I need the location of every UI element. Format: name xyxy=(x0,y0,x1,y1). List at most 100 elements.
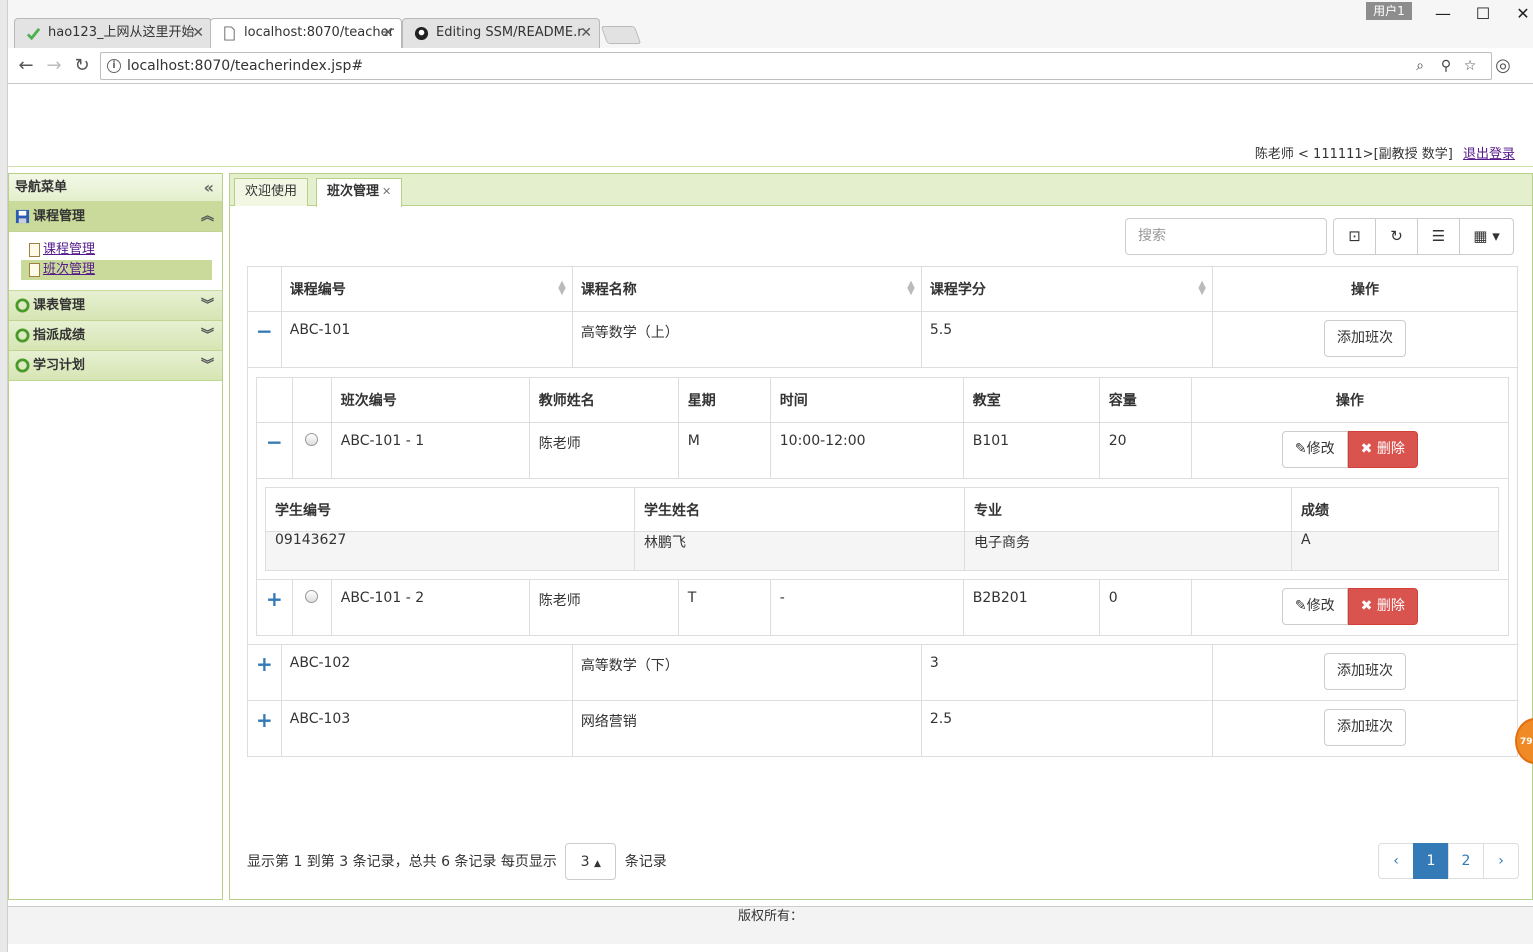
delete-button[interactable]: ✖ 删除 xyxy=(1347,588,1418,625)
add-class-button[interactable]: 添加班次 xyxy=(1323,653,1406,690)
menu-group-schedule[interactable]: 课表管理 ︾ xyxy=(9,291,222,321)
page-button-2[interactable]: 2 xyxy=(1448,843,1484,879)
back-arrow-icon[interactable]: ← xyxy=(14,54,38,78)
records-summary: 显示第 1 到第 3 条记录，总共 6 条记录 每页显示 xyxy=(247,854,557,870)
expand-row-icon[interactable]: + xyxy=(256,708,273,732)
extension-icon[interactable]: ◎ xyxy=(1491,54,1515,78)
reload-icon[interactable]: ↻ xyxy=(70,54,94,78)
capacity: 20 xyxy=(1098,422,1192,479)
collapse-row-icon[interactable]: − xyxy=(266,430,283,454)
toggle-detail-icon[interactable]: ⊡ xyxy=(1333,218,1376,255)
class-id: ABC-101 - 2 xyxy=(330,579,530,636)
zoom-icon[interactable]: ⌕ xyxy=(1411,57,1429,75)
course-name: 高等数学（上） xyxy=(571,311,922,368)
page-size-dropdown[interactable]: 3 ▲ xyxy=(565,843,617,880)
close-tab-icon[interactable]: ✕ xyxy=(192,18,204,48)
edit-button[interactable]: ✎修改 xyxy=(1281,431,1348,468)
close-icon[interactable]: ✕ xyxy=(382,185,391,198)
edit-button[interactable]: ✎修改 xyxy=(1281,588,1348,625)
tab-title: Editing SSM/README.r xyxy=(436,25,583,40)
column-header[interactable]: 课程学分 ▲ ▼ xyxy=(920,266,1213,312)
column-header[interactable]: 课程名称 ▲ ▼ xyxy=(571,266,922,312)
page-button-1[interactable]: 1 xyxy=(1413,843,1449,879)
next-page-button[interactable]: › xyxy=(1483,843,1519,879)
column-header: 学生编号 xyxy=(265,487,635,532)
logout-link[interactable]: 退出登录 xyxy=(1463,147,1515,162)
browser-tab-github[interactable]: Editing SSM/README.r ✕ xyxy=(402,18,600,48)
info-icon[interactable]: i xyxy=(107,59,121,73)
row-radio[interactable] xyxy=(305,590,319,603)
menu-group-grades[interactable]: 指派成绩 ︾ xyxy=(9,321,222,351)
row-radio[interactable] xyxy=(305,433,319,446)
search-input[interactable]: 搜索 xyxy=(1125,218,1327,255)
expand-row-icon[interactable]: + xyxy=(256,652,273,676)
add-class-button[interactable]: 添加班次 xyxy=(1323,320,1406,357)
teacher-name: 陈老师 xyxy=(528,579,679,636)
course-name: 网络营销 xyxy=(571,700,922,757)
table-row: − ABC-101 - 1 陈老师 M 10:00-12:00 B101 20 … xyxy=(256,422,1509,479)
prev-page-button[interactable]: ‹ xyxy=(1378,843,1414,879)
table-row: + ABC-103 网络营销 2.5 添加班次 xyxy=(247,700,1518,757)
column-header[interactable]: 课程编号 ▲ ▼ xyxy=(280,266,573,312)
refresh-icon[interactable]: ↻ xyxy=(1375,218,1418,255)
chevron-down-icon[interactable]: ︾ xyxy=(201,291,214,321)
menu-group-label: 指派成绩 xyxy=(33,328,86,343)
pin-icon[interactable]: ⚲ xyxy=(1437,57,1455,75)
menu-group-study-plan[interactable]: 学习计划 ︾ xyxy=(9,351,222,381)
sort-icon[interactable]: ▲ ▼ xyxy=(1198,280,1206,297)
address-bar[interactable]: i localhost:8070/teacherindex.jsp# ⌕ ⚲ ☆ xyxy=(100,52,1492,80)
capacity: 0 xyxy=(1098,579,1192,636)
close-window-button[interactable]: ✕ xyxy=(1508,4,1533,24)
browser-tab-localhost[interactable]: localhost:8070/teacher ✕ xyxy=(210,18,402,48)
column-header: 容量 xyxy=(1098,377,1192,423)
minimize-button[interactable]: — xyxy=(1428,4,1458,24)
expand-column-header xyxy=(247,266,282,312)
delete-button[interactable]: ✖ 删除 xyxy=(1347,431,1418,468)
maximize-button[interactable]: ☐ xyxy=(1468,4,1498,24)
page-tabs: 欢迎使用 班次管理 ✕ xyxy=(230,174,1532,207)
tab-class-management[interactable]: 班次管理 ✕ xyxy=(316,178,403,207)
table-row: + ABC-102 高等数学（下） 3 添加班次 xyxy=(247,644,1518,701)
sidebar-item-course-management[interactable]: 课程管理 xyxy=(21,240,212,260)
star-icon[interactable]: ☆ xyxy=(1461,57,1479,75)
tab-welcome[interactable]: 欢迎使用 xyxy=(234,178,309,206)
menu-group-course-management[interactable]: 课程管理 ︽ xyxy=(9,202,222,232)
refresh-green-icon xyxy=(15,328,30,343)
chevron-up-icon[interactable]: ︽ xyxy=(201,202,214,232)
list-view-icon[interactable]: ☰ xyxy=(1417,218,1460,255)
sort-icon[interactable]: ▲ ▼ xyxy=(907,280,915,297)
add-class-button[interactable]: 添加班次 xyxy=(1323,709,1406,746)
forward-arrow-icon[interactable]: → xyxy=(42,54,66,78)
sidebar-item-class-management[interactable]: 班次管理 xyxy=(21,260,212,280)
column-header: 操作 xyxy=(1190,377,1509,423)
tab-title: localhost:8070/teacher xyxy=(244,25,394,40)
sidebar-item-label[interactable]: 课程管理 xyxy=(43,242,95,257)
sidebar-item-label[interactable]: 班次管理 xyxy=(43,262,95,277)
teacher-name: 陈老师 xyxy=(528,422,679,479)
close-tab-icon[interactable]: ✕ xyxy=(580,18,592,48)
columns-grid-icon[interactable]: ▦ ▾ xyxy=(1459,218,1514,255)
time: 10:00-12:00 xyxy=(769,422,964,479)
column-header: 班次编号 xyxy=(330,377,530,423)
pencil-icon: ✎ xyxy=(1294,598,1307,614)
edit-label: 修改 xyxy=(1306,441,1335,457)
tab-strip: hao123_上网从这里开始 ✕ localhost:8070/teacher … xyxy=(8,0,1533,48)
collapse-row-icon[interactable]: − xyxy=(256,319,273,343)
expand-row-icon[interactable]: + xyxy=(266,587,283,611)
new-tab-button[interactable] xyxy=(600,26,642,44)
pagination-info: 显示第 1 到第 3 条记录，总共 6 条记录 每页显示 3 ▲ 条记录 xyxy=(247,843,667,881)
class-id: ABC-101 - 1 xyxy=(330,422,530,479)
main-panel: 欢迎使用 班次管理 ✕ 搜索 ⊡ ↻ ☰ ▦ ▾ 课程编号 ▲ ▼ 课程名称 ▲ ▼ 课程… xyxy=(229,173,1533,900)
time: - xyxy=(769,579,964,636)
profile-chip[interactable]: 用户1 xyxy=(1366,2,1412,20)
course-credit: 3 xyxy=(920,644,1213,701)
chevron-down-icon[interactable]: ︾ xyxy=(201,351,214,381)
sort-icon[interactable]: ▲ ▼ xyxy=(558,280,566,297)
browser-tab-hao123[interactable]: hao123_上网从这里开始 ✕ xyxy=(14,18,212,48)
close-tab-icon[interactable]: ✕ xyxy=(382,18,394,48)
document-icon xyxy=(29,243,40,257)
url-text[interactable]: localhost:8070/teacherindex.jsp# xyxy=(127,53,363,79)
chevron-down-icon[interactable]: ︾ xyxy=(201,321,214,351)
collapse-left-icon[interactable]: « xyxy=(204,174,214,202)
table-row: − ABC-101 高等数学（上） 5.5 添加班次 xyxy=(247,311,1518,368)
